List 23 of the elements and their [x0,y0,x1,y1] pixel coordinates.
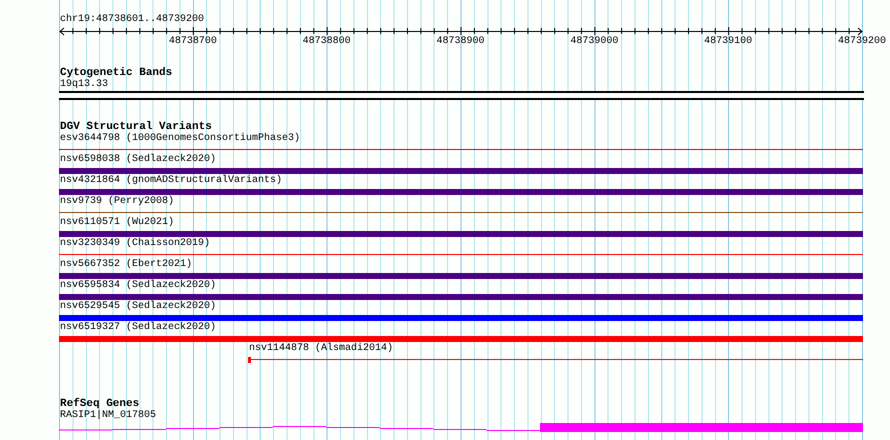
tick-label: 48739200 [838,36,886,48]
variant-label: nsv9739 (Perry2008) [59,196,176,208]
variant-label: nsv4321864 (gnomADStructuralVariants) [59,175,284,187]
tick-label: 48738800 [302,36,351,48]
variant-label: nsv5667352 (Ebert2021) [59,259,194,271]
variant-label: nsv6529545 (Sedlazeck2020) [59,301,218,313]
tick-label: 48739000 [570,36,618,48]
tick-label: 48738900 [436,36,484,48]
track-title: RefSeq Genes [59,398,140,410]
variant-label: nsv6595834 (Sedlazeck2020) [59,280,218,292]
variant-label: nsv1144878 (Alsmadi2014) [248,343,394,355]
variant-label: nsv6598038 (Sedlazeck2020) [59,154,218,166]
variant-label: esv3644798 (1000GenomesConsortiumPhase3) [59,133,302,145]
variant-label: nsv6519327 (Sedlazeck2020) [59,322,218,334]
tick-label: 48738700 [168,36,217,48]
track-title: DGV Structural Variants [59,121,212,133]
variant-label: nsv3230349 (Chaisson2019) [59,238,212,250]
band-label: 19q13.33 [59,79,110,91]
track-title: Cytogenetic Bands [59,67,174,79]
transcript-label: RASIP1|NM_017805 [59,410,158,422]
region-range: chr19:48738601..48739200 [59,14,206,26]
tick-label: 48739100 [704,36,752,48]
variant-label: nsv6110571 (Wu2021) [59,217,176,229]
